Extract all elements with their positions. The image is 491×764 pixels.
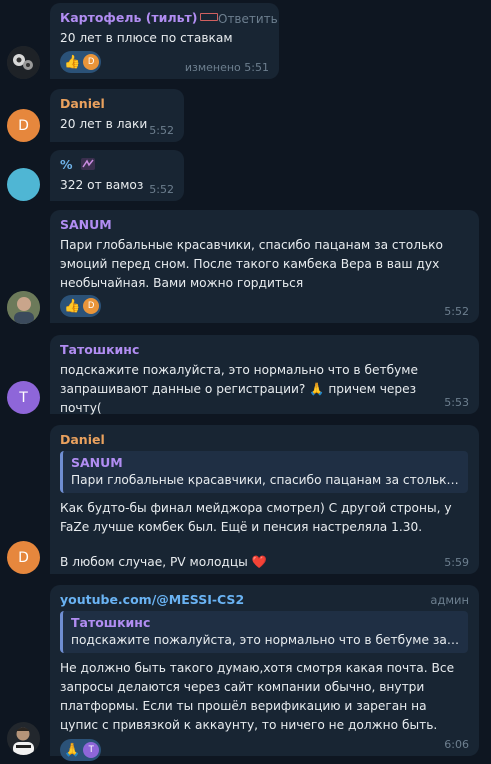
avatar[interactable]: [7, 168, 40, 201]
message-bubble[interactable]: youtube.com/@MESSI-CS2 админ Татошкинс п…: [50, 585, 479, 761]
reaction-thumbs-up[interactable]: 👍 D: [60, 295, 102, 317]
admin-badge: админ: [430, 593, 469, 607]
reply-quote[interactable]: SANUM Пари глобальные красавчики, спасиб…: [60, 451, 468, 493]
message-time: 5:53: [444, 396, 469, 409]
message-author[interactable]: youtube.com/@MESSI-CS2: [60, 592, 469, 608]
flag-icon: [200, 13, 219, 21]
avatar[interactable]: [7, 722, 40, 755]
message-author[interactable]: Татошкинс: [60, 342, 469, 358]
message-author[interactable]: Daniel: [60, 432, 469, 448]
message-bubble[interactable]: Daniel SANUM Пари глобальные красавчики,…: [50, 425, 479, 574]
message-bubble[interactable]: Картофель (тильт) Ответить 20 лет в плюс…: [50, 3, 279, 79]
message-text: Как будто-бы финал мейджора смотрел) С д…: [60, 501, 452, 534]
reactions: 👍 D: [60, 295, 469, 317]
message-time: 5:52: [149, 183, 174, 196]
message-author[interactable]: %: [60, 157, 174, 173]
avatar[interactable]: [7, 291, 40, 324]
thumbs-up-icon: 👍: [64, 298, 81, 314]
message-text: Пари глобальные красавчики, спасибо паца…: [60, 238, 443, 290]
avatar[interactable]: D: [7, 109, 40, 142]
message-time: 5:59: [444, 556, 469, 569]
reactions: 🙏 T: [60, 739, 469, 761]
message-bubble[interactable]: SANUM Пари глобальные красавчики, спасиб…: [50, 210, 479, 323]
reaction-pray[interactable]: 🙏 T: [60, 739, 102, 761]
message-author[interactable]: SANUM: [60, 217, 469, 233]
message-time: изменено 5:51: [184, 61, 269, 74]
avatar-photo-icon: [7, 291, 40, 324]
quote-text: Пари глобальные красавчики, спасибо паца…: [71, 473, 460, 487]
message-text: 20 лет в плюсе по ставкам: [60, 31, 233, 45]
avatar-photo-icon: [7, 722, 40, 755]
pray-icon: 🙏: [64, 742, 81, 758]
message-time: 6:06: [444, 738, 469, 751]
reply-quote[interactable]: Татошкинс подскажите пожалуйста, это нор…: [60, 611, 468, 653]
reaction-thumbs-up[interactable]: 👍 D: [60, 51, 102, 73]
message-text: подскажите пожалуйста, это нормально что…: [60, 363, 419, 415]
message-time: 5:52: [444, 305, 469, 318]
message-author[interactable]: Daniel: [60, 96, 174, 112]
quote-text: подскажите пожалуйста, это нормально что…: [71, 633, 460, 647]
reactor-avatar: D: [83, 54, 100, 70]
message-bubble[interactable]: Татошкинс подскажите пожалуйста, это нор…: [50, 335, 479, 415]
message-bubble[interactable]: Daniel 20 лет в лаки 5:52: [50, 89, 184, 142]
reply-button[interactable]: Ответить: [218, 12, 278, 26]
sticker-icon: [80, 158, 95, 170]
avatar[interactable]: T: [7, 381, 40, 414]
message-text-2: В любом случае, PV молодцы ❤️: [60, 555, 267, 569]
quote-author: Татошкинс: [71, 615, 151, 630]
quote-author: SANUM: [71, 455, 123, 470]
avatar-image-icon: [7, 46, 40, 79]
reactor-avatar: D: [83, 298, 100, 314]
message-text: Не должно быть такого думаю,хотя смотря …: [60, 661, 455, 732]
thumbs-up-icon: 👍: [64, 54, 81, 70]
message-bubble[interactable]: % 322 от вамоз 5:52: [50, 150, 184, 201]
avatar[interactable]: [7, 46, 40, 79]
message-time: 5:52: [149, 124, 174, 137]
avatar[interactable]: D: [7, 541, 40, 574]
reactor-avatar: T: [83, 742, 100, 758]
